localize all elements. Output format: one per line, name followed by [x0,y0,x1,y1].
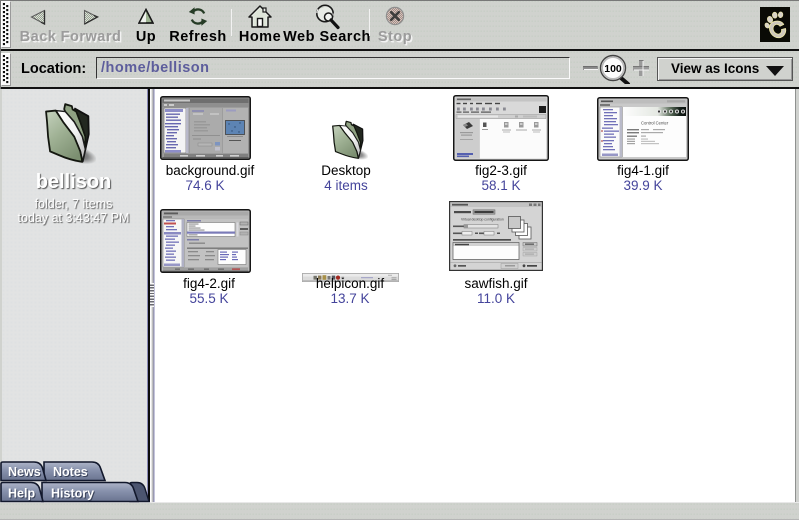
svg-text:Virtual desktop configuration: Virtual desktop configuration [461,218,504,222]
svg-text:News: News [8,465,41,479]
svg-text:Notes: Notes [53,465,88,479]
svg-text:100: 100 [604,63,622,75]
svg-text:History: History [51,487,94,501]
svg-text:Control Center: Control Center [641,121,669,126]
svg-text:Help: Help [8,487,35,501]
